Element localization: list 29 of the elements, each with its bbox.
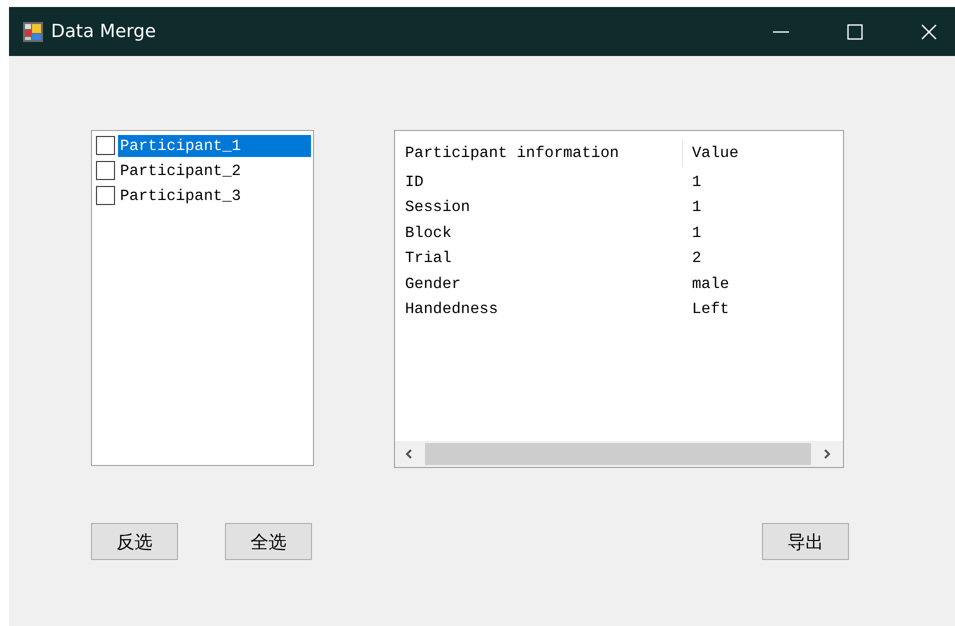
window-title: Data Merge [51, 21, 156, 42]
checkbox[interactable] [96, 136, 115, 155]
table-cell: 2 [692, 249, 702, 268]
column-header[interactable]: Value [692, 144, 739, 162]
table-cell-text: Handedness [405, 300, 500, 318]
checkbox[interactable] [96, 161, 115, 180]
table-cell: 1 [692, 198, 702, 216]
action-button[interactable]: 导出 [762, 523, 849, 560]
checkbox[interactable] [96, 186, 115, 205]
table-cell: Left [692, 300, 730, 318]
table-cell: male [692, 274, 730, 293]
horizontal-scrollbar[interactable] [395, 441, 843, 467]
maximize-icon[interactable] [847, 24, 863, 40]
participant-item[interactable]: Participant_3 [118, 184, 311, 206]
action-button[interactable]: 反选 [91, 523, 178, 560]
table-cell-text: Session [405, 198, 472, 216]
scrollbar-thumb[interactable] [425, 443, 811, 465]
table-cell-text: Trial [405, 249, 453, 268]
table-cell-text: ID [405, 172, 425, 191]
close-icon[interactable] [921, 24, 937, 40]
participant-item[interactable]: Participant_1 [118, 134, 311, 156]
table-cell: 1 [692, 172, 702, 191]
column-header[interactable]: Participant information [405, 139, 683, 167]
table-cell-text: Block [405, 224, 453, 242]
app-icon [23, 22, 43, 42]
participant-item[interactable]: Participant_2 [118, 160, 311, 182]
table-cell: 1 [692, 224, 702, 242]
table-cell-text: Gender [405, 274, 462, 293]
action-button[interactable]: 全选 [225, 523, 312, 560]
